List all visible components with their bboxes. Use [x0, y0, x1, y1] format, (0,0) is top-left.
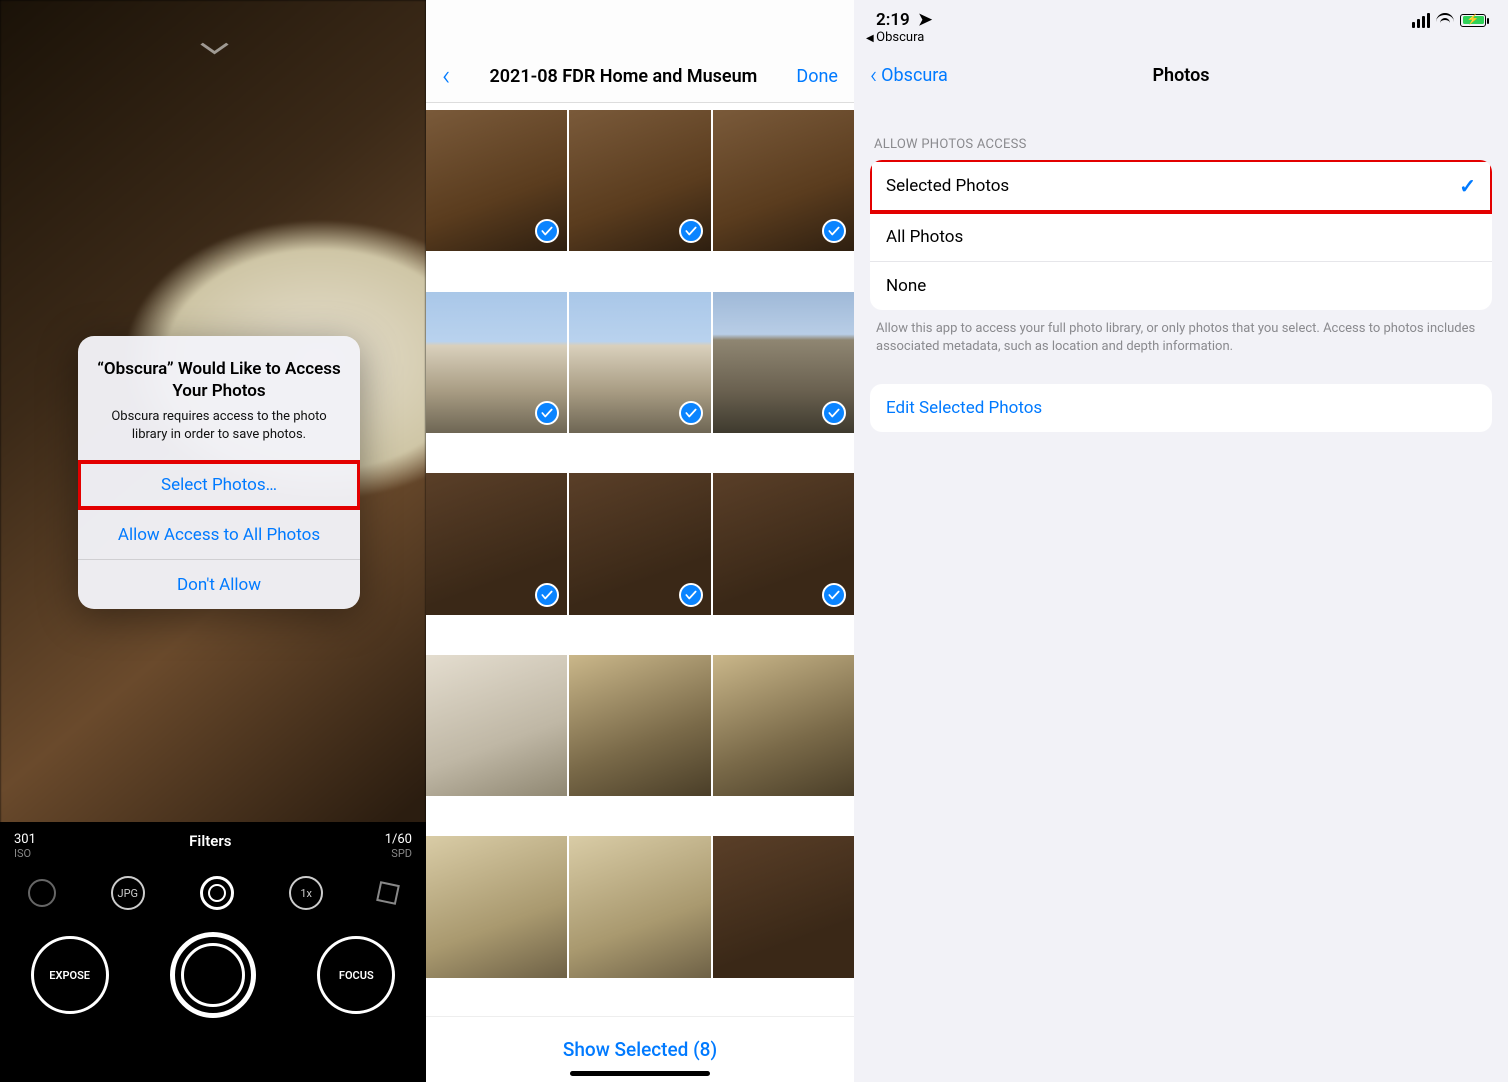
format-button[interactable]: JPG — [111, 876, 145, 910]
edit-selected-group: Edit Selected Photos — [870, 384, 1492, 432]
thumbnail-image — [713, 655, 854, 796]
selected-checkmark-icon — [679, 401, 703, 425]
expose-control[interactable]: EXPOSE — [31, 936, 109, 1014]
back-chevron-icon[interactable]: ‹ — [442, 62, 450, 90]
thumbnail-image — [569, 836, 710, 977]
photo-thumbnail[interactable] — [426, 836, 567, 977]
screenshot-settings-photos-access: 2:19 ➤ ⚡ Obscura ‹ Obscura Photos Allow … — [854, 0, 1508, 1082]
chevron-left-icon: ‹ — [870, 61, 877, 89]
iso-label: ISO — [14, 847, 36, 860]
select-photos-button[interactable]: Select Photos… — [78, 460, 360, 510]
checkmark-icon: ✓ — [1459, 174, 1476, 198]
photo-thumbnail[interactable] — [713, 110, 854, 251]
photo-thumbnail[interactable] — [713, 292, 854, 433]
level-icon[interactable] — [376, 881, 400, 905]
nav-back-label: Obscura — [881, 65, 948, 86]
battery-charging-icon: ⚡ — [1460, 14, 1486, 27]
thumbnail-image — [569, 655, 710, 796]
wifi-icon — [1436, 13, 1454, 27]
allow-all-photos-button[interactable]: Allow Access to All Photos — [78, 509, 360, 559]
dont-allow-button[interactable]: Don't Allow — [78, 559, 360, 609]
iso-readout[interactable]: 301 ISO — [14, 832, 36, 860]
done-button[interactable]: Done — [796, 66, 838, 87]
shutter-row: EXPOSE FOCUS — [0, 932, 426, 1018]
section-header-allow-photos: Allow Photos Access — [854, 103, 1508, 160]
status-time: 2:19 ➤ — [876, 10, 932, 30]
option-selected-photos[interactable]: Selected Photos ✓ — [870, 160, 1492, 212]
chevron-down-icon[interactable] — [192, 42, 234, 54]
photo-thumbnail[interactable] — [569, 292, 710, 433]
photo-thumbnail[interactable] — [426, 110, 567, 251]
photo-access-options: Selected Photos ✓ All Photos None — [870, 160, 1492, 310]
shutter-speed-readout[interactable]: 1/60 SPD — [385, 832, 412, 860]
shutter-speed-value: 1/60 — [385, 832, 412, 847]
photo-thumbnail[interactable] — [426, 473, 567, 614]
status-bar: 2:19 ➤ ⚡ — [854, 0, 1508, 30]
photo-thumbnail[interactable] — [713, 836, 854, 977]
nav-bar: ‹ Obscura Photos — [854, 51, 1508, 103]
picker-header: ‹ 2021-08 FDR Home and Museum Done — [426, 0, 854, 103]
focus-control[interactable]: FOCUS — [317, 936, 395, 1014]
photo-thumbnail[interactable] — [426, 292, 567, 433]
photo-permission-alert: “Obscura” Would Like to Access Your Phot… — [78, 336, 360, 609]
edit-selected-photos-button[interactable]: Edit Selected Photos — [870, 384, 1492, 432]
selected-checkmark-icon — [535, 583, 559, 607]
option-label: None — [886, 276, 926, 296]
thumbnail-image — [713, 836, 854, 977]
selected-checkmark-icon — [822, 583, 846, 607]
filters-button[interactable] — [200, 876, 234, 910]
shutter-speed-label: SPD — [385, 847, 412, 860]
home-indicator[interactable] — [570, 1071, 710, 1076]
option-all-photos[interactable]: All Photos — [870, 212, 1492, 261]
photo-thumbnail[interactable] — [713, 655, 854, 796]
screenshot-photo-picker: ‹ 2021-08 FDR Home and Museum Done Show … — [426, 0, 854, 1082]
option-none[interactable]: None — [870, 261, 1492, 310]
filters-label[interactable]: Filters — [189, 832, 231, 850]
option-label: Selected Photos — [886, 176, 1009, 196]
footer-note: Allow this app to access your full photo… — [854, 310, 1508, 366]
photo-thumbnail[interactable] — [569, 110, 710, 251]
album-title: 2021-08 FDR Home and Museum — [489, 66, 757, 87]
nav-back-button[interactable]: ‹ Obscura — [870, 61, 948, 89]
photo-thumbnail[interactable] — [569, 655, 710, 796]
selected-checkmark-icon — [822, 401, 846, 425]
photo-thumbnail[interactable] — [569, 473, 710, 614]
camera-hud: 301 ISO Filters 1/60 SPD JPG 1x EXPOSE F… — [0, 822, 426, 1082]
breadcrumb-back-to-app[interactable]: Obscura — [854, 30, 1508, 51]
cellular-signal-icon — [1412, 13, 1430, 28]
nav-title: Photos — [854, 65, 1508, 86]
selected-checkmark-icon — [679, 219, 703, 243]
shutter-button[interactable] — [170, 932, 256, 1018]
option-label: All Photos — [886, 227, 963, 247]
selected-checkmark-icon — [679, 583, 703, 607]
zoom-button[interactable]: 1x — [289, 876, 323, 910]
thumbnail-image — [426, 836, 567, 977]
photo-grid — [426, 110, 854, 1016]
edit-selected-label: Edit Selected Photos — [886, 398, 1042, 418]
photo-thumbnail[interactable] — [569, 836, 710, 977]
thumbnail-image — [426, 655, 567, 796]
location-arrow-icon: ➤ — [918, 10, 932, 30]
photo-thumbnail[interactable] — [426, 655, 567, 796]
alert-title: “Obscura” Would Like to Access Your Phot… — [96, 358, 342, 402]
iso-value: 301 — [14, 832, 36, 847]
alert-message: Obscura requires access to the photo lib… — [96, 408, 342, 443]
show-selected-label: Show Selected (8) — [563, 1038, 717, 1061]
photo-thumbnail[interactable] — [713, 473, 854, 614]
screenshot-photo-permission-alert: “Obscura” Would Like to Access Your Phot… — [0, 0, 426, 1082]
timer-icon[interactable] — [28, 879, 56, 907]
camera-tool-row: JPG 1x — [0, 876, 426, 910]
